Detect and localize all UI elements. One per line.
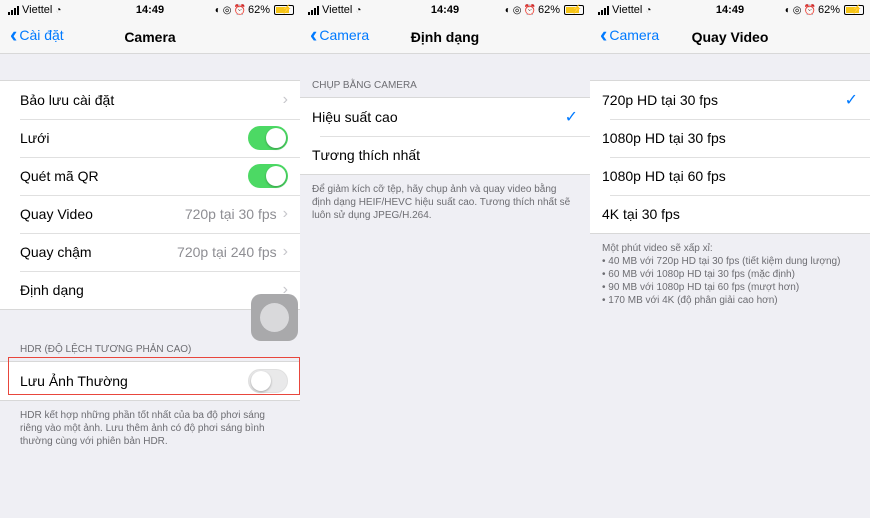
alarm-clock-icon: ⏰ — [523, 4, 536, 16]
row-most-compatible[interactable]: Tương thích nhất — [300, 136, 590, 174]
alarm-clock-icon: ⏰ — [803, 4, 816, 16]
status-bar: Viettel ◔ 14:49 ◐ ◎ ⏰ 62% ⚡ — [0, 0, 300, 20]
assistive-touch-button[interactable] — [251, 294, 298, 341]
alarm-icon: ◎ — [222, 4, 232, 16]
row-720p-30[interactable]: 720p HD tại 30 fps ✓ — [590, 81, 870, 119]
battery-charging-icon: ⚡ — [564, 4, 584, 15]
scan-qr-toggle[interactable] — [248, 164, 288, 188]
row-value: 720p tại 240 fps — [177, 244, 277, 260]
assistive-touch-icon — [260, 303, 289, 332]
status-bar: Viettel ◔ 14:49 ◐ ◎ ⏰ 62% ⚡ — [590, 0, 870, 20]
row-1080p-30[interactable]: 1080p HD tại 30 fps — [590, 119, 870, 157]
status-right: ◐ ◎ ⏰ 62% ⚡ — [785, 4, 864, 16]
row-label: Tương thích nhất — [312, 147, 421, 163]
checkmark-icon: ✓ — [564, 109, 578, 126]
alarm-icon: ◎ — [512, 4, 522, 16]
row-scan-qr: Quét mã QR — [0, 157, 300, 195]
chevron-right-icon: › — [282, 243, 288, 260]
footer-line: • 170 MB với 4K (độ phân giải cao hơn) — [602, 295, 778, 306]
row-record-video[interactable]: Quay Video 720p tại 30 fps › — [0, 195, 300, 233]
camera-capture-header: CHỤP BẰNG CAMERA — [312, 80, 417, 91]
video-resolution-group: 720p HD tại 30 fps ✓ 1080p HD tại 30 fps… — [590, 80, 870, 234]
row-preserve-settings[interactable]: Bảo lưu cài đặt › — [0, 81, 300, 119]
status-right: ◐ ◎ ⏰ 62% ⚡ — [505, 4, 584, 16]
nav-bar: ‹ Cài đặt Camera — [0, 20, 300, 54]
rotation-lock-icon: ◐ — [784, 4, 791, 16]
row-label: 1080p HD tại 60 fps — [602, 168, 726, 184]
video-size-footer: Một phút video sẽ xấp xỉ: • 40 MB với 72… — [590, 234, 870, 307]
nav-bar: ‹ Camera Định dạng — [300, 20, 590, 54]
rotation-lock-icon: ◐ — [214, 4, 221, 16]
row-label: Bảo lưu cài đặt — [20, 92, 115, 108]
battery-percent: 62% — [247, 4, 270, 16]
row-value: 720p tại 30 fps — [184, 206, 277, 222]
row-record-slomo[interactable]: Quay chậm 720p tại 240 fps › — [0, 233, 300, 271]
row-grid: Lưới — [0, 119, 300, 157]
grid-toggle[interactable] — [248, 126, 288, 150]
formats-group: Hiệu suất cao ✓ Tương thích nhất — [300, 97, 590, 175]
row-label: Định dạng — [20, 282, 84, 298]
status-right: ◐ ◎ ⏰ 62% ⚡ — [215, 4, 294, 16]
row-label: Lưới — [20, 130, 50, 146]
row-label: Hiệu suất cao — [312, 109, 398, 125]
row-label: Quay Video — [20, 206, 93, 222]
page-title: Định dạng — [410, 29, 480, 45]
screens: Viettel ◔ 14:49 ◐ ◎ ⏰ 62% ⚡ ‹ Cài đặt Ca… — [0, 0, 870, 518]
battery-charging-icon: ⚡ — [274, 4, 294, 15]
battery-percent: 62% — [537, 4, 560, 16]
chevron-right-icon: › — [282, 205, 288, 222]
battery-charging-icon: ⚡ — [844, 4, 864, 15]
footer-line: • 60 MB với 1080p HD tại 30 fps (mặc địn… — [602, 269, 795, 280]
page-title: Quay Video — [691, 29, 769, 45]
highlight-box — [8, 357, 300, 395]
row-high-efficiency[interactable]: Hiệu suất cao ✓ — [300, 98, 590, 136]
footer-line: • 90 MB với 1080p HD tại 60 fps (mượt hơ… — [602, 282, 800, 293]
checkmark-icon: ✓ — [844, 92, 858, 109]
row-label: 4K tại 30 fps — [602, 206, 680, 222]
row-label: Quay chậm — [20, 244, 92, 260]
camera-settings-group: Bảo lưu cài đặt › Lưới Quét mã QR Quay V… — [0, 80, 300, 310]
formats-footer: Để giảm kích cỡ tệp, hãy chụp ảnh và qua… — [312, 184, 571, 221]
footer-line: Một phút video sẽ xấp xỉ: — [602, 243, 713, 254]
status-bar: Viettel ◔ 14:49 ◐ ◎ ⏰ 62% ⚡ — [300, 0, 590, 20]
footer-line: • 40 MB với 720p HD tại 30 fps (tiết kiệ… — [602, 256, 841, 267]
nav-bar: ‹ Camera Quay Video — [590, 20, 870, 54]
alarm-icon: ◎ — [792, 4, 802, 16]
chevron-right-icon: › — [282, 91, 288, 108]
rotation-lock-icon: ◐ — [504, 4, 511, 16]
row-label: 1080p HD tại 30 fps — [602, 130, 726, 146]
formats-screen: Viettel ◔ 14:49 ◐ ◎ ⏰ 62% ⚡ ‹ Camera Địn… — [300, 0, 590, 518]
row-1080p-60[interactable]: 1080p HD tại 60 fps — [590, 157, 870, 195]
record-video-screen: Viettel ◔ 14:49 ◐ ◎ ⏰ 62% ⚡ ‹ Camera Qua… — [590, 0, 870, 518]
alarm-clock-icon: ⏰ — [233, 4, 246, 16]
battery-percent: 62% — [817, 4, 840, 16]
row-label: 720p HD tại 30 fps — [602, 92, 718, 108]
row-label: Quét mã QR — [20, 168, 99, 184]
hdr-footer: HDR kết hợp những phần tốt nhất của ba đ… — [20, 410, 265, 447]
row-4k-30[interactable]: 4K tại 30 fps — [590, 195, 870, 233]
camera-settings-screen: Viettel ◔ 14:49 ◐ ◎ ⏰ 62% ⚡ ‹ Cài đặt Ca… — [0, 0, 300, 518]
page-title: Camera — [124, 29, 176, 45]
